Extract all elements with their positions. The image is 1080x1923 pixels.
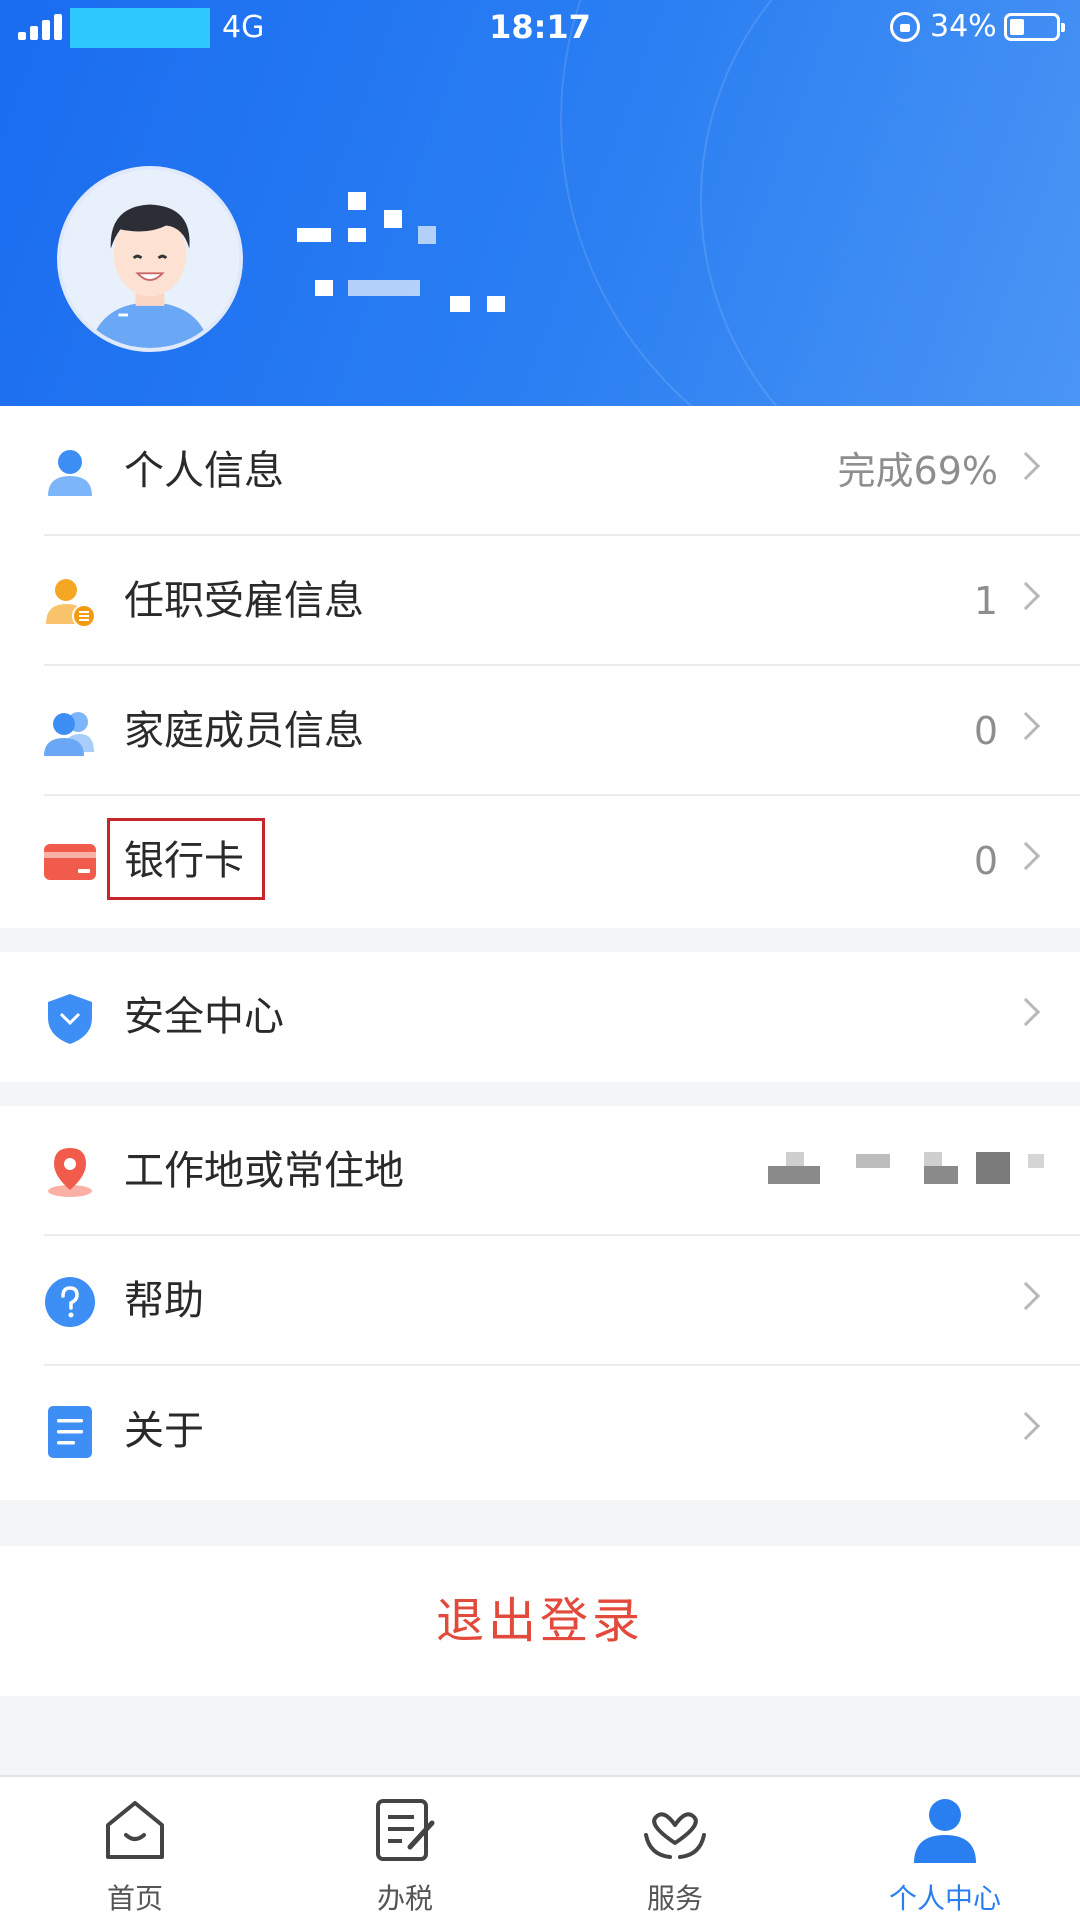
menu-row-label: 任职受雇信息 (124, 578, 364, 624)
highlight-box (107, 818, 265, 900)
battery-percent: 34% (930, 9, 997, 44)
menu-group-security: 安全中心 (0, 952, 1080, 1082)
service-heart-icon (644, 1812, 706, 1859)
tab-tax[interactable]: 办税 (270, 1777, 540, 1923)
tab-label: 个人中心 (888, 1882, 1001, 1915)
tab-service[interactable]: 服务 (540, 1777, 810, 1923)
menu-row-personal-info[interactable]: 个人信息 完成69% (0, 406, 1080, 536)
avatar[interactable] (57, 166, 243, 352)
chevron-right-icon (1011, 841, 1041, 871)
chevron-right-icon (1011, 1411, 1041, 1441)
menu-row-work-location[interactable]: 工作地或常住地 (0, 1106, 1080, 1236)
employee-badge-icon (46, 579, 96, 628)
menu-row-label: 关于 (124, 1408, 204, 1454)
chevron-right-icon (1011, 711, 1041, 741)
help-icon (45, 1277, 95, 1327)
menu-row-family-info[interactable]: 家庭成员信息 0 (0, 666, 1080, 796)
menu-group-other: 工作地或常住地 帮助 关于 (0, 1106, 1080, 1500)
tab-label: 办税 (376, 1882, 433, 1915)
tab-label: 首页 (106, 1882, 163, 1915)
tab-user-center[interactable]: 个人中心 (810, 1777, 1080, 1923)
tax-form-icon (376, 1799, 435, 1861)
menu-row-value: 1 (973, 579, 998, 623)
profile-header: 4G 18:17 34% (0, 0, 1080, 406)
location-pin-icon (48, 1148, 92, 1197)
document-icon (48, 1406, 92, 1458)
menu-row-bank-card[interactable]: 银行卡 0 (0, 796, 1080, 926)
menu-row-help[interactable]: 帮助 (0, 1236, 1080, 1366)
family-icon (44, 712, 94, 756)
status-bar: 4G 18:17 34% (0, 0, 1080, 56)
bottom-tab-bar: 首页 办税 服务 个人中心 (0, 1775, 1080, 1923)
shield-icon (48, 994, 92, 1044)
menu-row-value: 0 (973, 839, 998, 883)
tab-home[interactable]: 首页 (0, 1777, 270, 1923)
menu-row-value: 0 (973, 709, 998, 753)
home-icon (106, 1801, 164, 1859)
rotation-lock-icon (890, 12, 920, 42)
battery-icon (1004, 13, 1065, 41)
menu-row-label: 工作地或常住地 (124, 1148, 404, 1194)
chevron-right-icon (1011, 451, 1041, 481)
menu-row-label: 个人信息 (124, 448, 284, 494)
menu-row-security-center[interactable]: 安全中心 (0, 952, 1080, 1082)
chevron-right-icon (1011, 1281, 1041, 1311)
avatar-illustration (61, 170, 239, 348)
menu-row-label: 帮助 (124, 1278, 204, 1324)
user-center-icon (914, 1799, 976, 1863)
menu-group-personal: 个人信息 完成69% 任职受雇信息 1 家庭成员信息 0 银行卡 0 (0, 406, 1080, 928)
menu-row-about[interactable]: 关于 (0, 1366, 1080, 1496)
logout-button[interactable]: 退出登录 (0, 1546, 1080, 1696)
chevron-right-icon (1011, 997, 1041, 1027)
chevron-right-icon (1011, 581, 1041, 611)
menu-row-employment-info[interactable]: 任职受雇信息 1 (0, 536, 1080, 666)
menu-row-label: 家庭成员信息 (124, 708, 364, 754)
menu-row-value: 完成69% (837, 449, 998, 493)
decorative-arc (700, 0, 1080, 406)
tab-label: 服务 (646, 1882, 703, 1915)
bank-card-icon (44, 844, 96, 880)
menu-row-label: 安全中心 (124, 994, 284, 1040)
person-icon (48, 450, 92, 496)
